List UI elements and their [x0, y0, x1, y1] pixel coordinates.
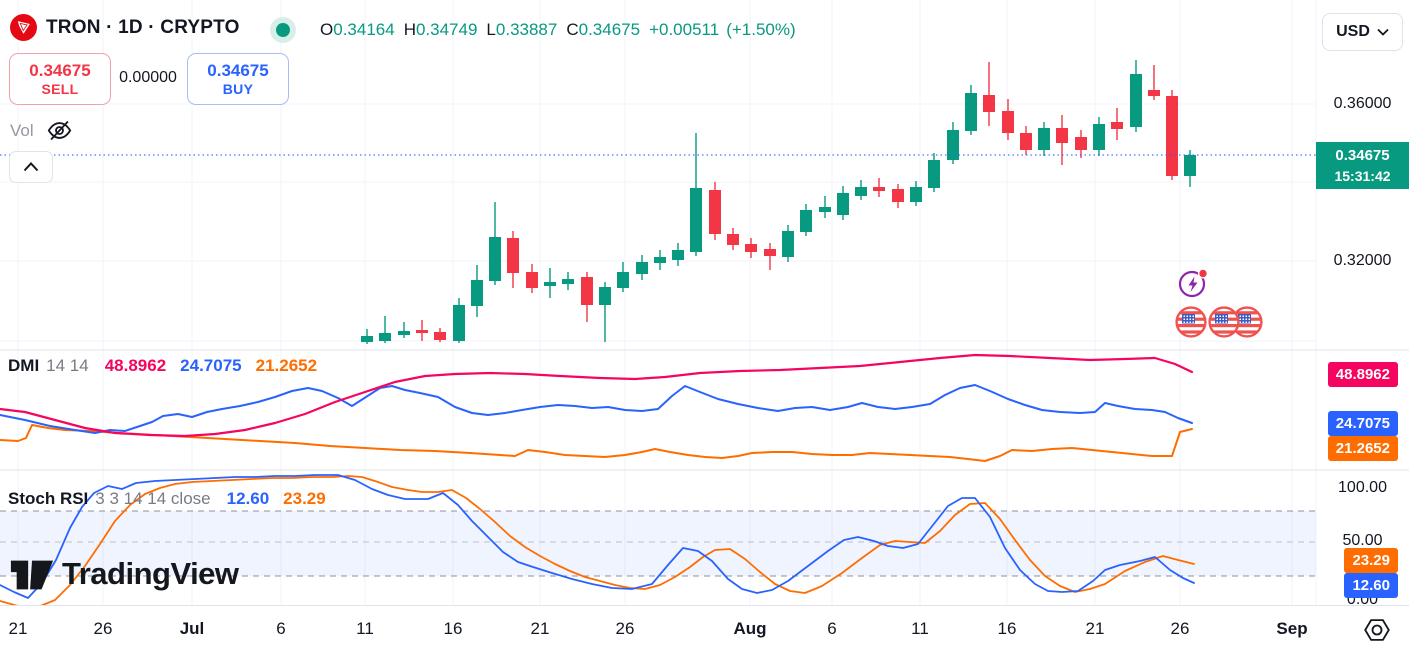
time-axis-day-label: 21: [8, 619, 28, 638]
ohlc-legend: O 0.34164 H 0.34749 L 0.33887 C 0.34675 …: [320, 20, 803, 40]
tradingview-logo-text: TradingView: [62, 556, 239, 591]
tradingview-watermark: TradingView: [7, 551, 239, 597]
stoch-rsi-params: 3 3 14 14 close: [95, 489, 211, 508]
dmi-plus-di-value: 24.7075: [180, 356, 242, 375]
event-lightning-marker[interactable]: [1177, 267, 1209, 304]
price-change-percent: (+1.50%): [726, 20, 796, 39]
volume-legend: Vol: [10, 117, 73, 144]
sell-price: 0.34675: [29, 60, 91, 80]
stoch-value-badge: 23.29: [1344, 548, 1398, 573]
stoch-rsi-legend[interactable]: Stoch RSI 3 3 14 14 close 12.60 23.29: [8, 489, 340, 509]
dmi-value-badge: 21.2652: [1327, 436, 1398, 461]
spread-value: 0.00000: [119, 69, 177, 86]
last-price: 0.34675: [1335, 146, 1390, 164]
buy-label: BUY: [222, 80, 254, 97]
stoch-k-value: 12.60: [226, 489, 270, 508]
sell-button[interactable]: 0.34675 SELL: [9, 53, 111, 105]
ohlc-open-label: O: [320, 20, 334, 39]
dmi-value-badge: 24.7075: [1327, 411, 1398, 436]
volume-label: Vol: [10, 120, 34, 140]
ohlc-open-value: 0.34164: [333, 20, 395, 39]
dmi-minus-di-value: 21.2652: [255, 356, 318, 375]
ohlc-high-value: 0.34749: [415, 20, 478, 39]
sell-label: SELL: [41, 80, 79, 97]
tradingview-logo-icon: [10, 560, 54, 590]
stoch-d-value: 23.29: [283, 489, 326, 508]
time-axis[interactable]: 21 26 Jul 6 11 16 21 26 Aug 6 11 16 21 26 Sep: [0, 605, 1409, 656]
time-axis-day-label: 26: [615, 619, 635, 638]
buy-button[interactable]: 0.34675 BUY: [187, 53, 289, 105]
currency-value: USD: [1336, 23, 1370, 40]
time-axis-day-label: 11: [911, 619, 929, 638]
time-axis-day-label: 26: [93, 619, 113, 638]
ohlc-high-label: H: [403, 20, 416, 39]
dmi-adx-value: 48.8962: [104, 356, 167, 375]
symbol-header: TRON · 1D · CRYPTO: [10, 14, 240, 41]
time-axis-day-label: 21: [530, 619, 550, 638]
lightning-icon: [1178, 268, 1209, 298]
time-axis-month-label: Sep: [1276, 619, 1308, 638]
stoch-rsi-title: Stoch RSI: [8, 489, 89, 508]
ohlc-low-value: 0.33887: [495, 20, 558, 39]
last-price-badge: 0.34675 15:31:42: [1316, 142, 1409, 189]
currency-select[interactable]: USD: [1322, 13, 1403, 51]
time-axis-month-label: Aug: [733, 619, 767, 638]
ohlc-close-label: C: [566, 20, 579, 39]
price-scale-label: 0.32000: [1333, 252, 1392, 269]
chevron-up-icon: [23, 162, 39, 172]
dmi-title: DMI: [8, 356, 40, 375]
price-change: +0.00511: [649, 20, 720, 39]
tradingview-chart-window: { "header": { "title": "TRON · 1D · CRYP…: [0, 0, 1409, 656]
tron-logo-icon: [10, 14, 37, 41]
time-axis-day-label: 16: [443, 619, 463, 638]
time-axis-month-label: Jul: [179, 619, 205, 638]
symbol-title[interactable]: TRON · 1D · CRYPTO: [46, 17, 240, 39]
us-flag-icon[interactable]: [1207, 305, 1241, 339]
countdown-timer: 15:31:42: [1334, 167, 1391, 184]
ohlc-close-value: 0.34675: [578, 20, 641, 39]
us-flag-icon[interactable]: [1174, 305, 1208, 339]
time-axis-day-label: 6: [276, 619, 286, 638]
dmi-legend[interactable]: DMI 14 14 48.8962 24.7075 21.2652: [8, 356, 331, 376]
time-axis-day-label: 26: [1170, 619, 1190, 638]
stoch-scale-label: 100.00: [1338, 479, 1387, 496]
price-scale-label: 0.36000: [1333, 95, 1392, 112]
dmi-params: 14 14: [46, 356, 89, 375]
ohlc-low-label: L: [486, 20, 496, 39]
dmi-value-badge: 48.8962: [1327, 362, 1398, 387]
time-axis-day-label: 16: [997, 619, 1017, 638]
collapse-panel-button[interactable]: [9, 151, 53, 183]
stoch-value-badge: 12.60: [1344, 573, 1398, 598]
chevron-down-icon: [1377, 28, 1389, 36]
market-status-dot[interactable]: [276, 23, 290, 37]
timezone-menu-icon[interactable]: [1362, 615, 1392, 650]
eye-hidden-icon[interactable]: [46, 117, 73, 144]
time-axis-day-label: 11: [356, 619, 374, 638]
buy-price: 0.34675: [207, 60, 269, 80]
time-axis-day-label: 21: [1085, 619, 1105, 638]
time-axis-day-label: 6: [827, 619, 837, 638]
